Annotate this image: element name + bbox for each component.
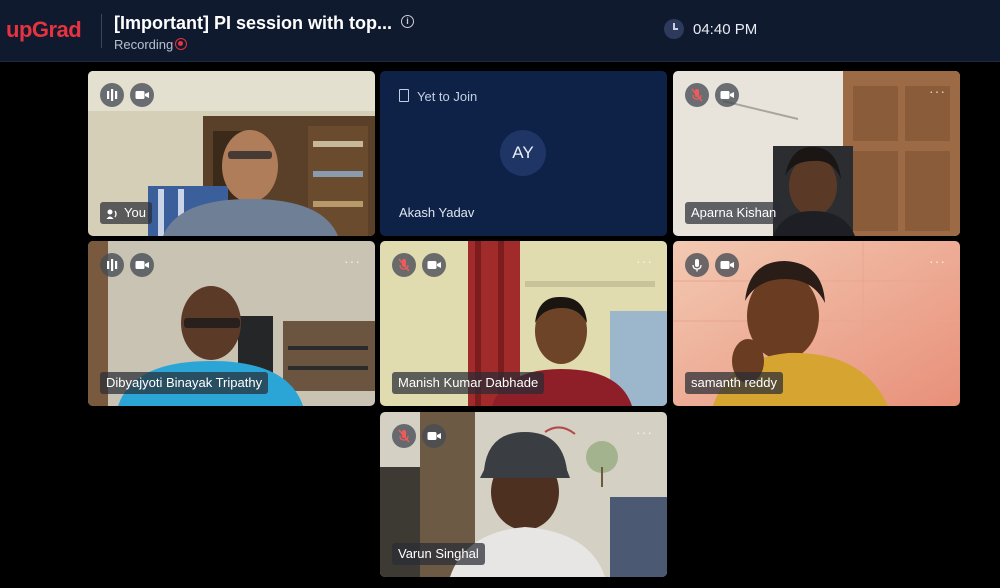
mic-icon[interactable] [685, 253, 709, 277]
record-dot-icon [175, 38, 187, 50]
participant-name: Dibyajyoti Binayak Tripathy [100, 372, 269, 394]
participant-name: Varun Singhal [392, 543, 485, 565]
video-tile-manish-kumar-dabhade[interactable]: ··· Manish Kumar Dabhade [380, 241, 667, 406]
more-options-icon[interactable]: ··· [636, 253, 653, 269]
mic-muted-icon[interactable] [685, 83, 709, 107]
audio-level-icon[interactable] [100, 83, 124, 107]
clock-icon [664, 19, 684, 39]
more-options-icon[interactable]: ··· [929, 83, 946, 99]
audio-level-icon[interactable] [100, 253, 124, 277]
meeting-app: upGrad [Important] PI session with top..… [0, 0, 1000, 588]
avatar: AY [500, 130, 546, 176]
join-status: Yet to Join [417, 89, 478, 104]
participant-name: You [124, 205, 146, 220]
mic-muted-icon[interactable] [392, 253, 416, 277]
more-options-icon[interactable]: ··· [344, 253, 361, 269]
participant-name: samanth reddy [685, 372, 783, 394]
upgrad-logo: upGrad [6, 17, 82, 42]
participant-nameplate: You [100, 202, 152, 224]
mic-muted-icon[interactable] [392, 424, 416, 448]
video-tile-you[interactable]: You [88, 71, 375, 236]
session-title: [Important] PI session with top... [114, 13, 393, 33]
camera-icon[interactable] [715, 83, 739, 107]
participant-name: Manish Kumar Dabhade [392, 372, 545, 394]
meeting-time: 04:40 PM [693, 21, 758, 38]
camera-icon[interactable] [422, 253, 446, 277]
camera-icon[interactable] [422, 424, 446, 448]
camera-icon[interactable] [130, 83, 154, 107]
video-tile-aparna-kishan[interactable]: ··· Aparna Kishan [673, 71, 960, 236]
recording-label: Recording [114, 37, 174, 52]
door-enter-icon [399, 89, 409, 102]
participant-name: Akash Yadav [399, 205, 475, 220]
camera-icon[interactable] [715, 253, 739, 277]
video-tile-samanth-reddy[interactable]: ··· samanth reddy [673, 241, 960, 406]
more-options-icon[interactable]: ··· [636, 424, 653, 440]
video-tile-varun-singhal[interactable]: ··· Varun Singhal [380, 412, 667, 577]
more-options-icon[interactable]: ··· [929, 253, 946, 269]
camera-icon[interactable] [130, 253, 154, 277]
info-icon[interactable]: i [401, 15, 414, 28]
top-bar: upGrad [Important] PI session with top..… [0, 0, 1000, 62]
header-divider [101, 14, 102, 48]
video-tile-dibyajyoti-binayak-tripathy[interactable]: ··· Dibyajyoti Binayak Tripathy [88, 241, 375, 406]
speaker-icon [106, 209, 117, 219]
participant-name: Aparna Kishan [685, 202, 783, 224]
video-tile-akash-yadav[interactable]: Yet to Join AY Akash Yadav [380, 71, 667, 236]
